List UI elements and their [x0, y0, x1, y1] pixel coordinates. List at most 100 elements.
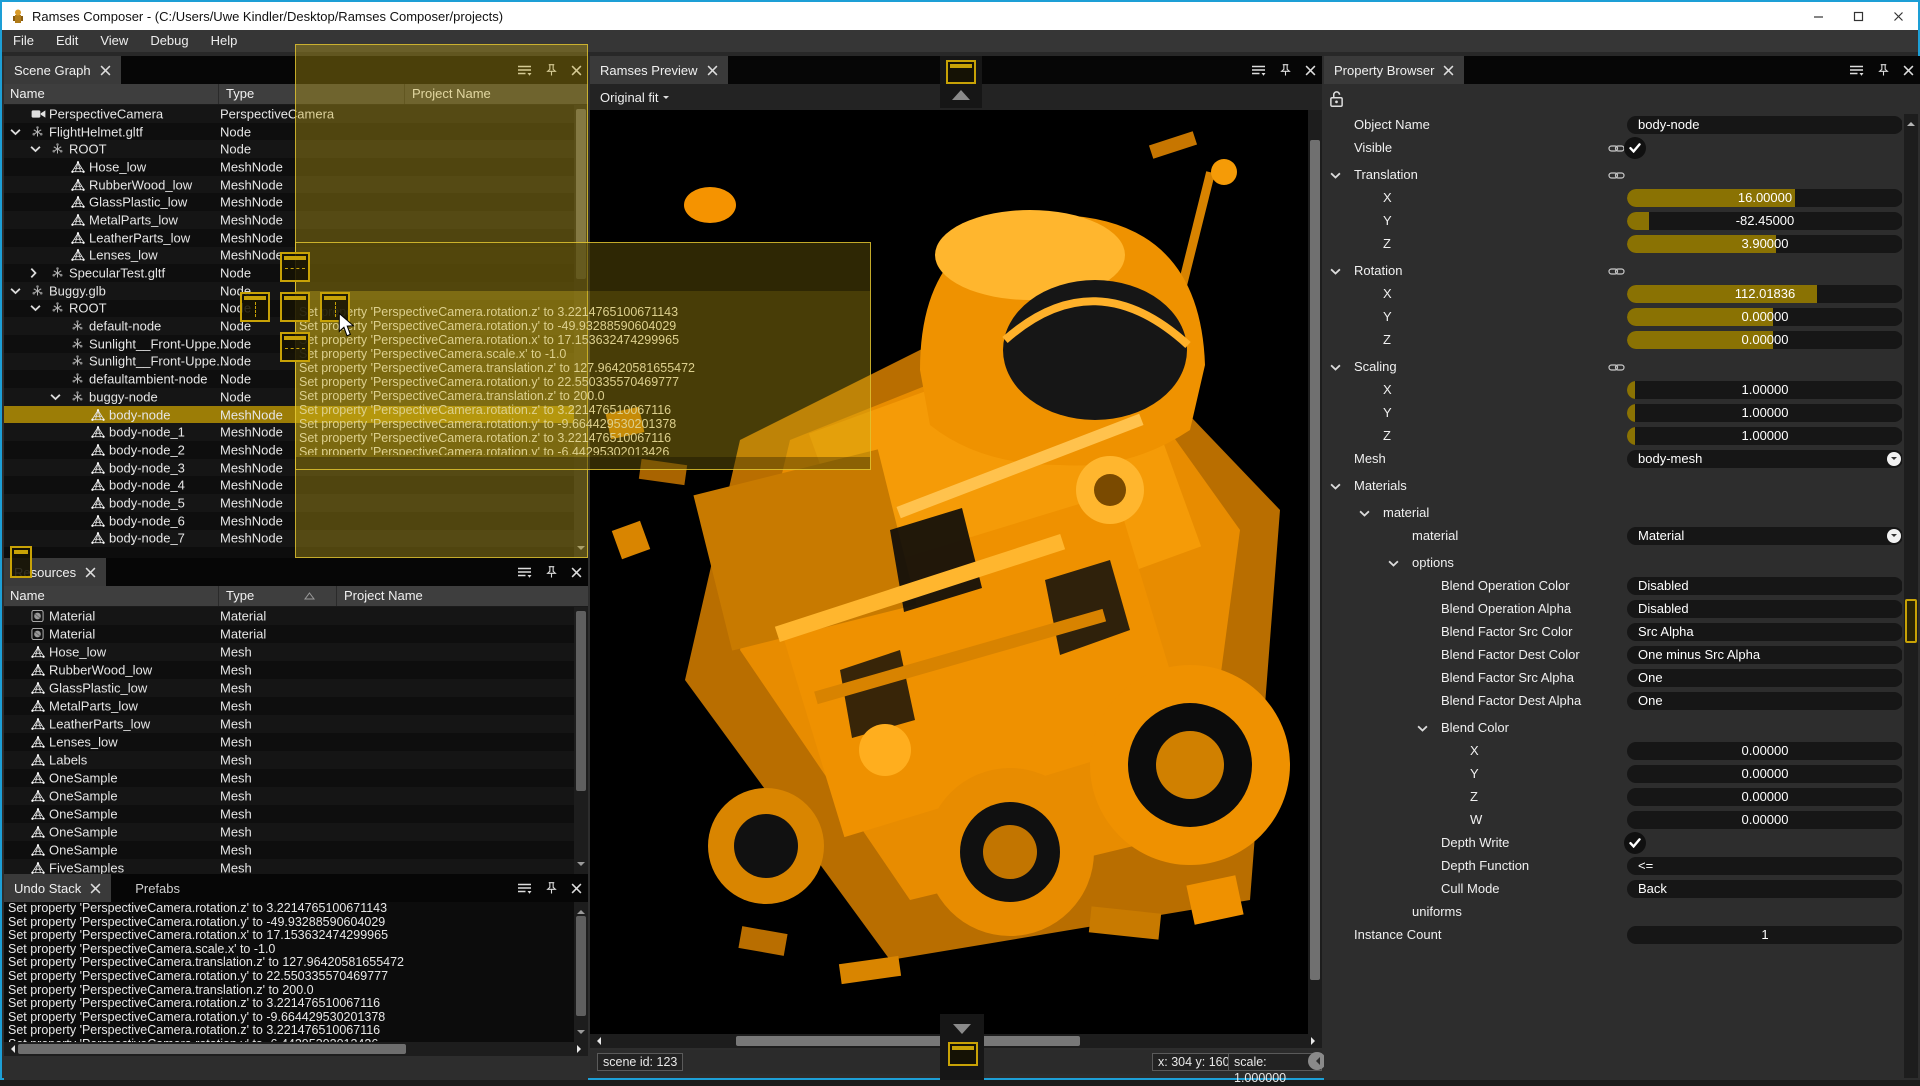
menu-file[interactable]: File	[2, 30, 45, 52]
scroll-down-arrow[interactable]	[577, 1030, 585, 1038]
chevron-down-icon[interactable]	[1330, 172, 1341, 179]
chevron-down-icon[interactable]	[1417, 725, 1428, 732]
chevron-down-icon[interactable]	[1359, 510, 1370, 517]
chevron-right-icon[interactable]	[30, 268, 37, 279]
enum-field[interactable]: Disabled	[1627, 577, 1902, 595]
chevron-down-icon[interactable]	[1330, 268, 1341, 275]
value-field[interactable]: 1.00000	[1627, 427, 1902, 445]
zoom-mode-dropdown[interactable]: Original fit	[600, 90, 669, 105]
dock-indicator-left-edge[interactable]	[10, 546, 32, 578]
link-icon[interactable]	[1608, 143, 1625, 154]
undo-log-line[interactable]: Set property 'PerspectiveCamera.rotation…	[4, 1011, 574, 1025]
panel-close-icon[interactable]	[1305, 65, 1316, 76]
undo-log-line[interactable]: Set property 'PerspectiveCamera.rotation…	[4, 929, 574, 943]
value-field[interactable]: -82.45000	[1627, 212, 1902, 230]
undo-log-line[interactable]: Set property 'PerspectiveCamera.rotation…	[4, 970, 574, 984]
column-header-project[interactable]: Project Name	[344, 588, 423, 603]
preview-vscrollbar[interactable]	[1308, 110, 1322, 1034]
scroll-down-arrow[interactable]	[577, 862, 585, 870]
panel-pin-icon[interactable]	[546, 565, 557, 579]
column-header-name[interactable]: Name	[10, 588, 45, 603]
resource-row-Labels[interactable]: LabelsMesh	[4, 751, 574, 769]
panel-menu-icon[interactable]	[517, 566, 532, 579]
column-header-type[interactable]: Type	[226, 86, 254, 101]
enum-field[interactable]: One	[1627, 669, 1902, 687]
tab-ramses-preview[interactable]: Ramses Preview	[590, 56, 728, 84]
resource-row-Material[interactable]: MaterialMaterial	[4, 625, 574, 643]
value-field[interactable]: 1.00000	[1627, 404, 1902, 422]
chevron-down-icon[interactable]	[10, 287, 21, 294]
undo-log-line[interactable]: Set property 'PerspectiveCamera.rotation…	[4, 916, 574, 930]
scroll-left-arrow[interactable]	[7, 1045, 15, 1053]
chevron-down-icon[interactable]	[30, 146, 41, 153]
tab-close-icon[interactable]	[707, 65, 718, 76]
resources-vscrollbar[interactable]	[574, 607, 588, 874]
panel-close-icon[interactable]	[571, 567, 582, 578]
tab-close-icon[interactable]	[1443, 65, 1454, 76]
resource-row-MetalParts_low[interactable]: MetalParts_lowMesh	[4, 697, 574, 715]
enum-field[interactable]: Disabled	[1627, 600, 1902, 618]
maximize-button[interactable]	[1838, 2, 1878, 30]
column-header-type[interactable]: Type	[226, 588, 254, 603]
menu-edit[interactable]: Edit	[45, 30, 89, 52]
dock-indicator-preview-bottom[interactable]	[948, 1042, 978, 1066]
value-field[interactable]: 16.00000	[1627, 189, 1902, 207]
resource-row-OneSample[interactable]: OneSampleMesh	[4, 805, 574, 823]
dock-indicator-preview-top[interactable]	[946, 60, 976, 84]
chevron-down-icon[interactable]	[10, 128, 21, 135]
dropdown[interactable]: body-mesh	[1627, 450, 1902, 468]
value-field[interactable]: 0.00000	[1627, 308, 1902, 326]
value-field[interactable]: 0.00000	[1627, 331, 1902, 349]
minimize-button[interactable]	[1798, 2, 1838, 30]
scroll-up-arrow[interactable]	[1907, 118, 1915, 126]
panel-menu-icon[interactable]	[517, 882, 532, 895]
menu-help[interactable]: Help	[200, 30, 249, 52]
panel-menu-icon[interactable]	[1251, 64, 1266, 77]
property-vscrollbar[interactable]	[1904, 114, 1918, 1078]
chevron-down-icon[interactable]	[30, 305, 41, 312]
value-field[interactable]: 0.00000	[1627, 742, 1902, 760]
chevron-down-icon[interactable]	[50, 393, 61, 400]
resource-row-OneSample[interactable]: OneSampleMesh	[4, 823, 574, 841]
lock-icon[interactable]	[1329, 90, 1344, 108]
enum-field[interactable]: One minus Src Alpha	[1627, 646, 1902, 664]
panel-pin-icon[interactable]	[1280, 63, 1291, 77]
undo-log-line[interactable]: Set property 'PerspectiveCamera.translat…	[4, 984, 574, 998]
chevron-down-icon[interactable]	[1330, 364, 1341, 371]
value-field[interactable]: 0.00000	[1627, 788, 1902, 806]
resource-row-GlassPlastic_low[interactable]: GlassPlastic_lowMesh	[4, 679, 574, 697]
panel-menu-icon[interactable]	[1849, 64, 1864, 77]
value-field[interactable]: 0.00000	[1627, 765, 1902, 783]
scroll-right-arrow[interactable]	[577, 1045, 585, 1053]
close-button[interactable]	[1878, 2, 1918, 30]
tab-close-icon[interactable]	[100, 65, 111, 76]
menu-debug[interactable]: Debug	[139, 30, 199, 52]
panel-close-icon[interactable]	[571, 883, 582, 894]
dock-indicator-bottom[interactable]	[280, 332, 310, 362]
enum-field[interactable]: <=	[1627, 857, 1902, 875]
value-field[interactable]: 0.00000	[1627, 811, 1902, 829]
enum-field[interactable]: One	[1627, 692, 1902, 710]
scroll-up-arrow[interactable]	[577, 906, 585, 914]
undo-log-line[interactable]: Set property 'PerspectiveCamera.scale.x'…	[4, 943, 574, 957]
resource-row-Hose_low[interactable]: Hose_lowMesh	[4, 643, 574, 661]
value-field[interactable]: 112.01836	[1627, 285, 1902, 303]
link-icon[interactable]	[1608, 266, 1625, 277]
dropdown-arrow-icon[interactable]	[1887, 529, 1901, 543]
resource-row-Material[interactable]: MaterialMaterial	[4, 607, 574, 625]
undo-log-line[interactable]: Set property 'PerspectiveCamera.translat…	[4, 956, 574, 970]
checkbox[interactable]	[1624, 832, 1646, 854]
undo-log-line[interactable]: Set property 'PerspectiveCamera.rotation…	[4, 1024, 574, 1038]
checkbox[interactable]	[1624, 137, 1646, 159]
dock-indicator-top[interactable]	[280, 252, 310, 282]
resource-row-FiveSamples[interactable]: FiveSamplesMesh	[4, 859, 574, 874]
panel-pin-icon[interactable]	[546, 881, 557, 895]
scroll-left-arrow[interactable]	[593, 1037, 601, 1045]
chevron-down-icon[interactable]	[1388, 560, 1399, 567]
dropdown-arrow-icon[interactable]	[1887, 452, 1901, 466]
scroll-right-arrow[interactable]	[1311, 1037, 1319, 1045]
tab-scene-graph[interactable]: Scene Graph	[4, 56, 121, 84]
tab-close-icon[interactable]	[90, 883, 101, 894]
resource-row-OneSample[interactable]: OneSampleMesh	[4, 769, 574, 787]
resource-row-OneSample[interactable]: OneSampleMesh	[4, 841, 574, 859]
